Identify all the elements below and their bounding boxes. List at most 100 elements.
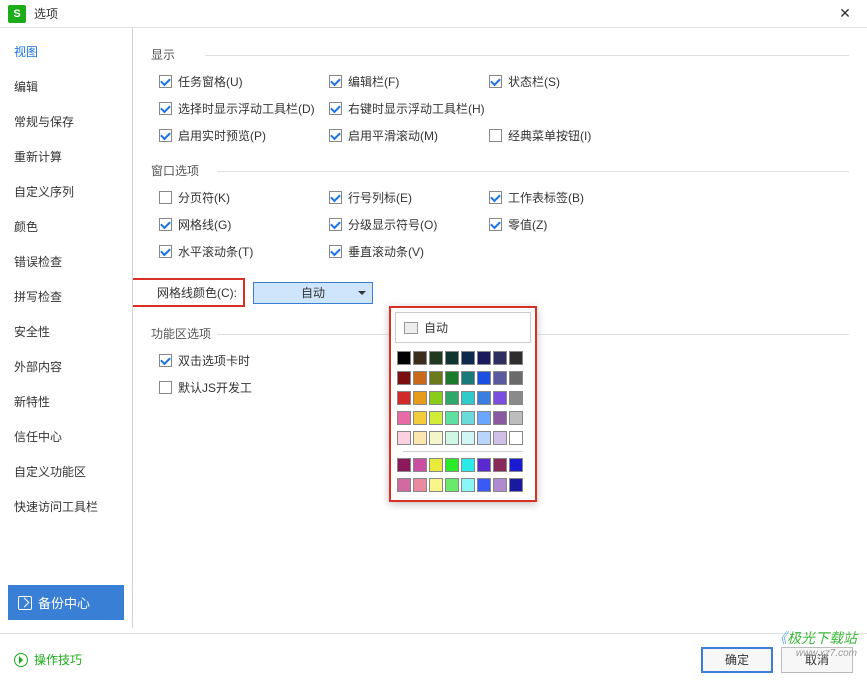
tips-link[interactable]: 操作技巧 [14,651,82,668]
sidebar-item-2[interactable]: 常规与保存 [0,104,132,139]
window-title: 选项 [34,5,831,22]
color-swatch[interactable] [461,458,475,472]
color-swatch[interactable] [509,458,523,472]
checkbox-option[interactable]: 网格线(G) [159,216,329,233]
checkbox-icon [329,75,342,88]
color-swatch[interactable] [413,431,427,445]
color-swatch[interactable] [397,411,411,425]
backup-center-button[interactable]: 备份中心 [8,585,124,620]
color-swatch[interactable] [461,431,475,445]
sidebar-item-13[interactable]: 快速访问工具栏 [0,489,132,524]
color-swatch[interactable] [493,391,507,405]
sidebar-item-11[interactable]: 信任中心 [0,419,132,454]
sidebar-item-3[interactable]: 重新计算 [0,139,132,174]
sidebar-item-6[interactable]: 错误检查 [0,244,132,279]
ok-button[interactable]: 确定 [701,647,773,673]
color-swatch[interactable] [429,391,443,405]
color-swatch[interactable] [477,458,491,472]
close-icon[interactable]: ✕ [831,0,859,28]
color-swatch[interactable] [477,351,491,365]
color-swatch[interactable] [509,351,523,365]
color-swatch[interactable] [397,431,411,445]
checkbox-option[interactable]: 状态栏(S) [489,73,659,90]
checkbox-option[interactable]: 行号列标(E) [329,189,489,206]
checkbox-option[interactable]: 双击选项卡时 [159,352,329,369]
checkbox-option[interactable]: 默认JS开发工 [159,379,329,396]
color-swatch[interactable] [461,478,475,492]
checkbox-option[interactable]: 任务窗格(U) [159,73,329,90]
color-swatch[interactable] [477,371,491,385]
color-swatch[interactable] [445,371,459,385]
grid-color-combo[interactable]: 自动 [253,282,373,304]
sidebar-item-9[interactable]: 外部内容 [0,349,132,384]
color-swatch[interactable] [493,478,507,492]
color-swatch[interactable] [413,371,427,385]
color-swatch[interactable] [461,371,475,385]
sidebar-item-10[interactable]: 新特性 [0,384,132,419]
color-swatch[interactable] [397,391,411,405]
sidebar-item-1[interactable]: 编辑 [0,69,132,104]
checkbox-option[interactable]: 编辑栏(F) [329,73,489,90]
color-swatch[interactable] [509,371,523,385]
cancel-button[interactable]: 取消 [781,647,853,673]
checkbox-icon [329,129,342,142]
color-swatch[interactable] [477,478,491,492]
color-swatch[interactable] [445,411,459,425]
color-swatch[interactable] [429,478,443,492]
checkbox-icon [329,102,342,115]
sidebar-item-5[interactable]: 颜色 [0,209,132,244]
sidebar-item-4[interactable]: 自定义序列 [0,174,132,209]
play-icon [14,653,28,667]
color-swatch[interactable] [429,351,443,365]
color-swatch[interactable] [445,391,459,405]
color-swatch[interactable] [445,431,459,445]
checkbox-option[interactable]: 经典菜单按钮(I) [489,127,659,144]
checkbox-option[interactable]: 垂直滚动条(V) [329,243,489,260]
color-swatch[interactable] [493,411,507,425]
color-swatch[interactable] [445,458,459,472]
color-swatch[interactable] [413,478,427,492]
color-swatch[interactable] [397,478,411,492]
color-swatch[interactable] [509,478,523,492]
checkbox-option[interactable]: 启用实时预览(P) [159,127,329,144]
color-swatch[interactable] [413,351,427,365]
color-swatch[interactable] [445,351,459,365]
sidebar-item-12[interactable]: 自定义功能区 [0,454,132,489]
color-swatch[interactable] [397,351,411,365]
checkbox-option[interactable]: 分级显示符号(O) [329,216,489,233]
sidebar-item-8[interactable]: 安全性 [0,314,132,349]
color-swatch[interactable] [461,351,475,365]
checkbox-option[interactable]: 启用平滑滚动(M) [329,127,489,144]
checkbox-option[interactable]: 选择时显示浮动工具栏(D) [159,100,329,117]
color-swatch[interactable] [493,458,507,472]
color-swatch[interactable] [509,391,523,405]
auto-color-option[interactable]: 自动 [395,312,531,343]
sidebar-item-7[interactable]: 拼写检查 [0,279,132,314]
color-swatch[interactable] [477,391,491,405]
checkbox-option[interactable]: 右键时显示浮动工具栏(H) [329,100,489,117]
color-swatch[interactable] [493,371,507,385]
checkbox-option[interactable]: 零值(Z) [489,216,659,233]
color-swatch[interactable] [429,371,443,385]
color-swatch[interactable] [429,458,443,472]
color-swatch[interactable] [509,431,523,445]
color-swatch[interactable] [429,411,443,425]
color-swatch[interactable] [493,431,507,445]
color-swatch[interactable] [413,411,427,425]
color-swatch[interactable] [509,411,523,425]
checkbox-option[interactable]: 水平滚动条(T) [159,243,329,260]
color-swatch[interactable] [429,431,443,445]
checkbox-option[interactable]: 工作表标签(B) [489,189,659,206]
color-swatch[interactable] [493,351,507,365]
color-swatch[interactable] [461,391,475,405]
color-swatch[interactable] [413,458,427,472]
color-swatch[interactable] [397,458,411,472]
color-swatch[interactable] [413,391,427,405]
color-swatch[interactable] [445,478,459,492]
color-swatch[interactable] [461,411,475,425]
color-swatch[interactable] [397,371,411,385]
sidebar-item-0[interactable]: 视图 [0,34,132,69]
color-swatch[interactable] [477,431,491,445]
checkbox-option[interactable]: 分页符(K) [159,189,329,206]
color-swatch[interactable] [477,411,491,425]
